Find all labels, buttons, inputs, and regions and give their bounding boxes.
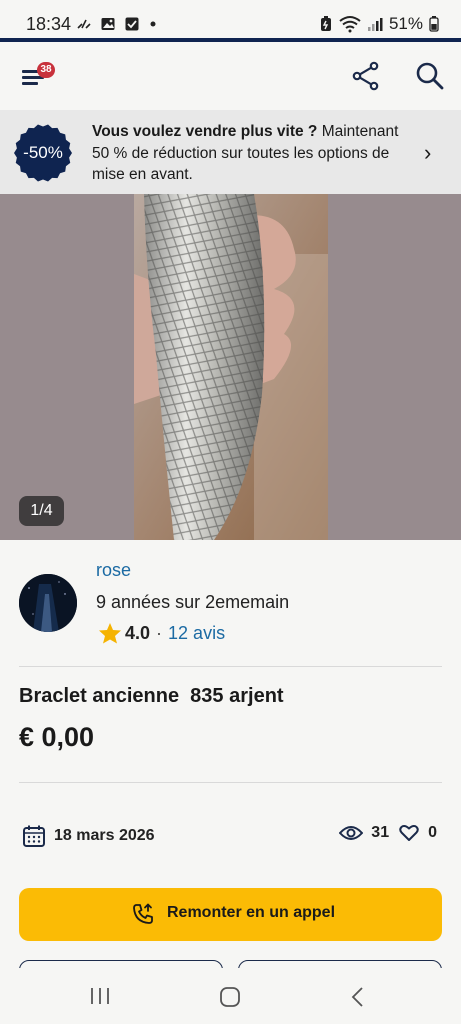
photo-gallery[interactable]: 1/4 <box>0 194 461 540</box>
listing-price: € 0,00 <box>19 722 95 752</box>
status-bar: 18:34 51% <box>0 0 461 38</box>
system-navigation-bar <box>0 968 461 1024</box>
wifi-icon <box>339 16 361 33</box>
missed-call-icon <box>77 19 91 29</box>
heart-icon[interactable] <box>399 824 419 842</box>
reviews-link[interactable]: 12 avis <box>168 623 225 644</box>
menu-button[interactable]: 38 <box>20 62 55 92</box>
avatar-image <box>19 574 77 632</box>
listing-title: Braclet ancienne 835 arjent <box>19 685 284 707</box>
notification-badge: 38 <box>37 62 55 78</box>
eye-icon <box>339 826 364 840</box>
status-system-icons: 51% <box>319 14 439 34</box>
battery-saver-icon <box>320 16 331 31</box>
discount-seal-label: -50% <box>23 143 63 162</box>
promo-message: Vous voulez vendre plus vite ? Maintenan… <box>92 121 417 186</box>
search-button[interactable] <box>414 60 446 92</box>
checkbox-notification-icon <box>125 17 139 31</box>
status-notification-icons <box>76 16 158 32</box>
seller-rating: 4.0 · 12 avis <box>98 622 225 644</box>
promo-banner[interactable]: -50% Vous voulez vendre plus vite ? Main… <box>0 110 461 194</box>
listing-photo[interactable] <box>134 194 328 540</box>
back-icon[interactable] <box>348 986 368 1008</box>
listing-date-value: 18 mars 2026 <box>54 827 155 844</box>
seller-avatar[interactable] <box>19 574 77 632</box>
search-icon <box>416 62 444 90</box>
status-time: 18:34 <box>26 14 72 34</box>
promo-headline: Vous voulez vendre plus vite ? <box>92 123 318 140</box>
share-icon <box>352 61 379 91</box>
calendar-icon <box>23 825 45 847</box>
views-count: 31 <box>371 824 390 841</box>
star-icon <box>99 623 121 644</box>
recent-apps-icon[interactable] <box>88 986 112 1006</box>
likes-count: 0 <box>428 824 437 841</box>
listing-stats: 31 0 <box>339 824 437 842</box>
divider <box>19 782 442 783</box>
listing-details: rose 9 années sur 2ememain 4.0 · 12 avis… <box>0 540 461 1000</box>
listing-date: 18 mars 2026 <box>22 824 155 848</box>
boost-call-label: Remonter en un appel <box>167 904 336 921</box>
dot-icon <box>150 21 156 27</box>
boost-call-button[interactable]: Remonter en un appel <box>19 888 442 941</box>
seller-membership: 9 années sur 2ememain <box>96 592 290 612</box>
rating-value: 4.0 <box>125 622 151 643</box>
divider <box>19 666 442 667</box>
signal-icon <box>367 18 383 31</box>
app-bar: 38 <box>0 42 461 110</box>
battery-icon <box>429 16 439 32</box>
chevron-right-icon: › <box>424 140 432 165</box>
phone-up-icon <box>133 903 153 924</box>
gallery-icon <box>101 18 115 30</box>
rating-separator: · <box>156 622 163 643</box>
share-button[interactable] <box>350 60 382 92</box>
home-icon[interactable] <box>218 986 242 1008</box>
seller-name-link[interactable]: rose <box>96 560 131 581</box>
battery-percent: 51% <box>388 14 423 33</box>
photo-counter: 1/4 <box>19 496 64 526</box>
